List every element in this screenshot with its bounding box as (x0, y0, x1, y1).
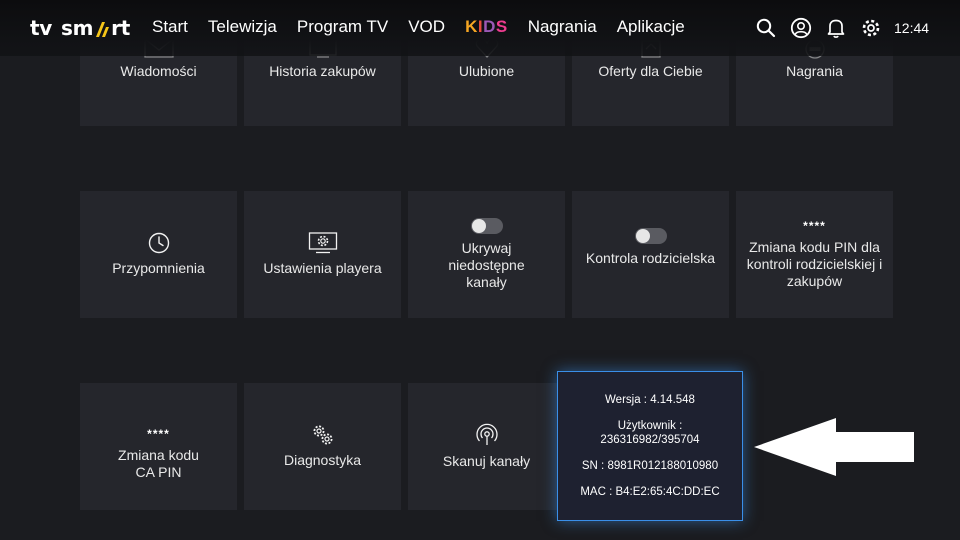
user-value: 236316982/395704 (600, 434, 700, 446)
player-settings-icon (308, 232, 338, 254)
system-info-panel[interactable]: Wersja : 4.14.548 Użytkownik : 236316982… (557, 371, 743, 521)
kids-letter-k: K (465, 17, 478, 36)
tile-label: Zmiana kodu CA PIN (118, 446, 199, 480)
kids-letter-d: D (483, 17, 496, 36)
tile-label: Wiadomości (120, 63, 197, 79)
tile-diagnostyka[interactable]: Diagnostyka (244, 383, 401, 510)
tile-label: Ukrywaj niedostępne kanały (448, 240, 525, 290)
kids-letter-s: S (495, 17, 508, 36)
logo-mark-icon (94, 18, 110, 38)
top-icons: 12:44 (754, 16, 929, 40)
nav-start[interactable]: Start (152, 17, 188, 37)
tile-przypomnienia[interactable]: Przypomnienia (80, 191, 237, 318)
gears-icon (311, 424, 335, 446)
pointer-arrow-icon (754, 418, 914, 476)
tile-kontrola-rodzicielska[interactable]: Kontrola rodzicielska (572, 191, 729, 318)
toggle-switch[interactable] (634, 228, 667, 244)
tile-label: Nagrania (786, 63, 843, 79)
search-icon[interactable] (754, 16, 778, 40)
tile-label: Zmiana kodu PIN dla kontroli rodzicielsk… (746, 239, 883, 289)
top-bar: tv sm rt Start Telewizja Program TV VOD … (0, 0, 960, 56)
tile-label: Ulubione (458, 63, 515, 79)
nav-kids[interactable]: KIDS (465, 17, 508, 37)
tile-label: Kontrola rodzicielska (585, 250, 716, 266)
pin-stars-icon: **** (147, 426, 170, 441)
main-nav: Start Telewizja Program TV VOD KIDS Nagr… (152, 15, 705, 39)
tile-zmiana-kodu-ca-pin[interactable]: **** Zmiana kodu CA PIN (80, 383, 237, 510)
pin-stars-icon: **** (803, 219, 826, 233)
user-label: Użytkownik : (617, 420, 683, 432)
tv-smart-logo[interactable]: tv sm rt (30, 13, 130, 43)
bell-icon[interactable] (824, 16, 848, 40)
logo-text-rt: rt (111, 16, 130, 40)
tile-label: Diagnostyka (283, 452, 362, 468)
tile-label: Przypomnienia (112, 260, 205, 276)
tile-skanuj-kanaly[interactable]: Skanuj kanały (408, 383, 565, 510)
sn-text: SN : 8981R012188010980 (581, 460, 719, 472)
version-text: Wersja : 4.14.548 (605, 394, 695, 406)
tile-zmiana-kodu-pin[interactable]: **** Zmiana kodu PIN dla kontroli rodzic… (736, 191, 893, 318)
user-block: Użytkownik : 236316982/395704 (600, 419, 699, 447)
scan-icon (475, 423, 499, 447)
settings-icon[interactable] (859, 16, 883, 40)
logo-text-sm: sm (61, 16, 94, 40)
toggle-switch[interactable] (470, 218, 503, 234)
tile-label: Skanuj kanały (442, 453, 531, 469)
nav-telewizja[interactable]: Telewizja (208, 17, 277, 37)
nav-vod[interactable]: VOD (408, 17, 445, 37)
nav-nagrania[interactable]: Nagrania (528, 17, 597, 37)
tile-label: Historia zakupów (269, 63, 376, 79)
tile-label: Ustawienia playera (263, 260, 382, 276)
nav-program-tv[interactable]: Program TV (297, 17, 388, 37)
logo-text-tv: tv (30, 16, 52, 40)
profile-icon[interactable] (789, 16, 813, 40)
clock-icon (148, 232, 170, 254)
tile-ukrywaj-niedostepne-kanaly[interactable]: Ukrywaj niedostępne kanały (408, 191, 565, 318)
tile-ustawienia-playera[interactable]: Ustawienia playera (244, 191, 401, 318)
clock: 12:44 (894, 20, 930, 36)
nav-aplikacje[interactable]: Aplikacje (617, 17, 685, 37)
tile-label: Oferty dla Ciebie (598, 63, 703, 79)
mac-text: MAC : B4:E2:65:4C:DD:EC (580, 486, 720, 498)
